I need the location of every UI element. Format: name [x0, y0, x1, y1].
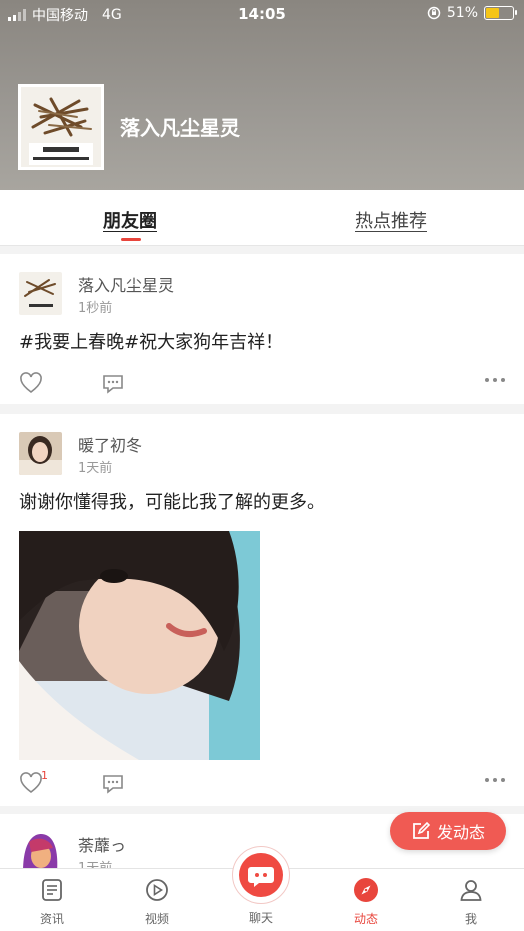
edit-icon: [413, 821, 431, 839]
selfie-image: [19, 531, 260, 760]
chat-button: [239, 853, 283, 897]
post-author[interactable]: 暖了初冬: [78, 432, 142, 456]
nav-label: 我: [464, 912, 477, 926]
comment-icon[interactable]: [101, 373, 125, 395]
tab-trending[interactable]: 热点推荐: [355, 207, 427, 233]
chat-icon: [248, 867, 274, 887]
rotation-lock-icon: [427, 6, 441, 20]
person-icon: [460, 880, 482, 901]
profile-header: 中国移动 4G 14:05 51% 落入凡尘星灵: [0, 0, 524, 190]
profile-name: 落入凡尘星灵: [120, 116, 240, 140]
nav-label: 动态: [353, 912, 378, 926]
post-content: #我要上春晚#祝大家狗年吉祥！: [19, 332, 284, 353]
like-heart-icon[interactable]: [19, 372, 43, 394]
news-icon: [42, 879, 62, 901]
user-avatar-image: [19, 432, 62, 475]
post-update-label: 发动态: [436, 823, 485, 842]
nav-item-moments[interactable]: 动态: [336, 877, 396, 927]
nav-item-me[interactable]: 我: [441, 877, 501, 927]
nav-item-chat[interactable]: [232, 846, 290, 904]
active-tab-indicator: [121, 238, 141, 241]
status-right: 51%: [427, 5, 517, 21]
nav-label: 资讯: [39, 912, 64, 926]
more-options-icon[interactable]: [484, 777, 506, 783]
post-time: 1天前: [78, 461, 113, 476]
compass-icon: [354, 878, 378, 902]
video-icon: [146, 879, 168, 901]
nav-label: 聊天: [248, 911, 273, 925]
post-author[interactable]: 落入凡尘星灵: [78, 272, 174, 296]
post-update-button[interactable]: 发动态: [390, 812, 506, 850]
tab-moments[interactable]: 朋友圈: [103, 207, 157, 233]
feed-post: 落入凡尘星灵 1秒前 #我要上春晚#祝大家狗年吉祥！: [0, 254, 524, 404]
nav-item-news[interactable]: 资讯: [22, 877, 82, 927]
herb-avatar-image: [19, 272, 62, 315]
feed-tabs: 朋友圈 热点推荐: [0, 190, 524, 246]
like-count: 1: [41, 769, 48, 782]
battery-icon: [484, 6, 517, 20]
comment-icon[interactable]: [101, 773, 125, 795]
more-options-icon[interactable]: [484, 377, 506, 383]
battery-fill: [486, 8, 500, 18]
avatar[interactable]: [19, 432, 62, 475]
nav-label: 视频: [144, 912, 169, 926]
status-bar: 中国移动 4G 14:05 51%: [0, 0, 524, 28]
herb-avatar-image: [21, 87, 101, 167]
feed-post: 暖了初冬 1天前 谢谢你懂得我，可能比我了解的更多。 1: [0, 414, 524, 806]
nav-item-video[interactable]: 视频: [127, 877, 187, 927]
post-photo[interactable]: [19, 531, 260, 760]
post-content: 谢谢你懂得我，可能比我了解的更多。: [19, 492, 325, 513]
post-time: 1秒前: [78, 301, 113, 316]
battery-percent: 51%: [446, 5, 478, 21]
profile-avatar[interactable]: [18, 84, 104, 170]
post-author[interactable]: 荼蘼っ: [78, 832, 126, 856]
like-heart-icon[interactable]: [19, 772, 43, 794]
avatar[interactable]: [19, 272, 62, 315]
